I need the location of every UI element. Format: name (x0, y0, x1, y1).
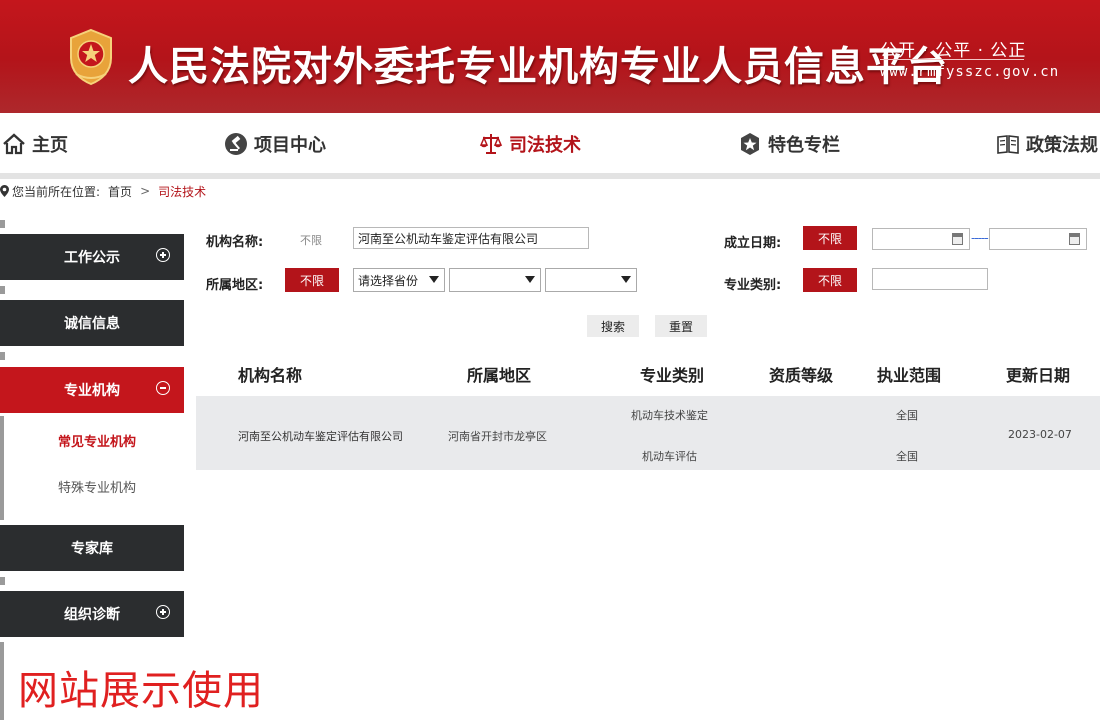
row-scope-1: 全国 (896, 409, 918, 422)
nav-home-label: 主页 (32, 135, 68, 156)
date-range-dash: ----- (971, 231, 989, 245)
site-slogan: 公开 · 公平 · 公正 (880, 41, 1027, 61)
breadcrumb-separator: > (140, 184, 151, 198)
location-pin-icon (0, 185, 9, 197)
org-name-input[interactable] (353, 227, 589, 249)
row-region: 河南省开封市龙亭区 (448, 430, 547, 443)
region-any-tag[interactable]: 不限 (285, 268, 339, 292)
col-header-updated: 更新日期 (1006, 366, 1071, 385)
sidebar-item-professional-org[interactable]: 专业机构 (0, 367, 184, 413)
sidebar-item-work-notice[interactable]: 工作公示 (0, 234, 184, 280)
nav-project-center-label: 项目中心 (254, 135, 326, 156)
sidebar-bottom-line (0, 642, 4, 720)
category-label: 专业类别: (724, 278, 782, 293)
nav-special-column[interactable]: 特色专栏 (738, 131, 840, 157)
category-input[interactable] (872, 268, 988, 290)
sidebar-item-label: 组织诊断 (64, 607, 120, 623)
sidebar-item-label: 专业机构 (64, 383, 120, 399)
home-icon (3, 133, 25, 155)
gavel-icon (225, 133, 247, 155)
city-select[interactable] (449, 268, 541, 292)
collapse-minus-icon[interactable] (156, 381, 170, 395)
nav-project-center[interactable]: 项目中心 (224, 131, 326, 157)
sidebar-subitem-special-org[interactable]: 特殊专业机构 (58, 477, 136, 496)
site-title: 人民法院对外委托专业机构专业人员信息平台 (128, 44, 948, 90)
demo-watermark-text: 网站展示使用 (18, 668, 264, 714)
sidebar-divider-tick (0, 577, 5, 585)
expand-plus-icon[interactable] (156, 248, 170, 262)
chevron-down-icon (621, 276, 631, 283)
calendar-icon[interactable] (1069, 233, 1080, 245)
breadcrumb-prefix: 您当前所在位置: (12, 184, 101, 199)
expand-plus-icon[interactable] (156, 605, 170, 619)
sidebar-subitem-common-org[interactable]: 常见专业机构 (58, 431, 136, 450)
breadcrumb: 您当前所在位置: 首页 > 司法技术 (0, 183, 206, 199)
nav-special-column-label: 特色专栏 (768, 135, 840, 156)
nav-judicial-tech[interactable]: 司法技术 (479, 131, 581, 157)
sidebar-item-org-diagnosis[interactable]: 组织诊断 (0, 591, 184, 637)
row-org-name-link[interactable]: 河南至公机动车鉴定评估有限公司 (238, 428, 403, 444)
founded-date-any-tag[interactable]: 不限 (803, 226, 857, 250)
col-header-org-name: 机构名称 (238, 366, 303, 385)
region-label: 所属地区: (206, 278, 264, 293)
nav-judicial-tech-label: 司法技术 (509, 135, 581, 156)
site-domain: www.rmfysszc.gov.cn (880, 64, 1060, 80)
sidebar-divider-tick (0, 286, 5, 294)
nav-policy[interactable]: 政策法规 (996, 131, 1098, 157)
sidebar-divider-tick (0, 220, 5, 228)
province-select[interactable]: 请选择省份 (353, 268, 445, 292)
sidebar-item-label: 专家库 (71, 541, 113, 557)
chevron-down-icon (429, 276, 439, 283)
star-badge-icon (741, 133, 759, 155)
scales-icon (479, 134, 503, 154)
founded-date-to-input[interactable] (989, 228, 1087, 250)
sidebar-divider-tick (0, 352, 5, 360)
slogan-divider (880, 59, 1024, 60)
breadcrumb-current: 司法技术 (158, 184, 207, 199)
founded-date-from-input[interactable] (872, 228, 970, 250)
calendar-icon[interactable] (952, 233, 963, 245)
court-emblem-icon (70, 28, 112, 86)
chevron-down-icon (525, 276, 535, 283)
row-category-1: 机动车技术鉴定 (631, 409, 708, 422)
nav-policy-label: 政策法规 (1026, 135, 1098, 156)
sidebar-item-expert-db[interactable]: 专家库 (0, 525, 184, 571)
nav-home[interactable]: 主页 (2, 131, 68, 157)
category-any-tag[interactable]: 不限 (803, 268, 857, 292)
row-scope-2: 全国 (896, 450, 918, 463)
book-icon (997, 135, 1019, 154)
col-header-level: 资质等级 (769, 366, 834, 385)
reset-button[interactable]: 重置 (655, 315, 707, 337)
org-name-any-tag[interactable]: 不限 (300, 232, 322, 248)
search-button[interactable]: 搜索 (587, 315, 639, 337)
col-header-region: 所属地区 (467, 366, 532, 385)
row-updated-date: 2023-02-07 (1008, 428, 1072, 441)
site-header: 人民法院对外委托专业机构专业人员信息平台 公开 · 公平 · 公正 www.rm… (0, 0, 1100, 113)
col-header-category: 专业类别 (640, 366, 705, 385)
main-nav: 主页 项目中心 司法技术 特色专栏 政策法规 (0, 113, 1100, 179)
sidebar-item-label: 诚信信息 (64, 316, 120, 332)
sidebar-item-credit-info[interactable]: 诚信信息 (0, 300, 184, 346)
sidebar-item-label: 工作公示 (64, 250, 120, 266)
org-name-label: 机构名称: (206, 235, 264, 250)
province-select-value: 请选择省份 (358, 273, 419, 288)
col-header-scope: 执业范围 (877, 366, 942, 385)
founded-date-label: 成立日期: (724, 236, 782, 251)
breadcrumb-home-link[interactable]: 首页 (108, 183, 132, 200)
district-select[interactable] (545, 268, 637, 292)
row-category-2: 机动车评估 (642, 450, 697, 463)
